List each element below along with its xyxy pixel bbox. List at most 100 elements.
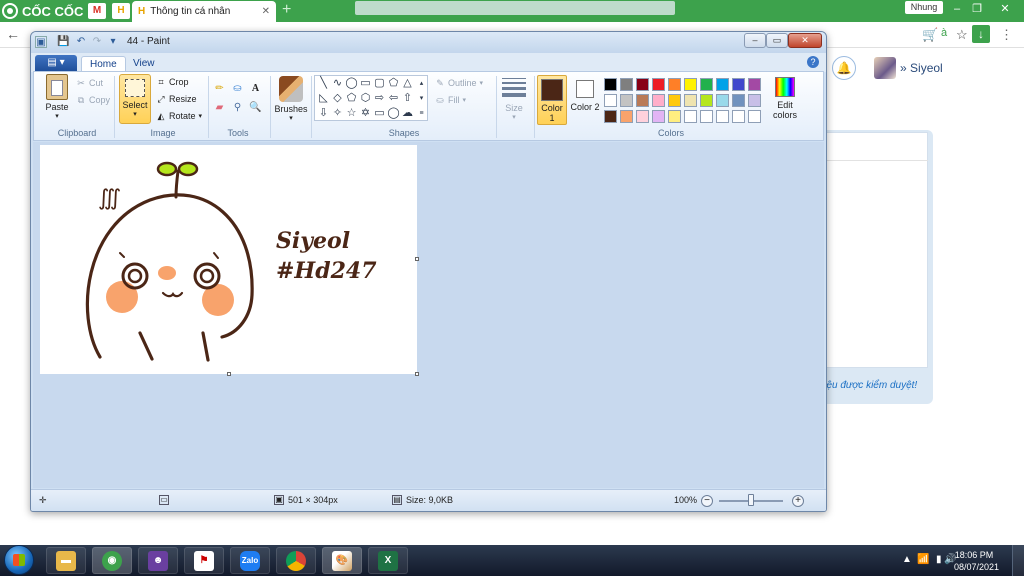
paint-maximize-icon[interactable]: ▭ — [766, 33, 788, 48]
color-swatch[interactable] — [684, 94, 697, 107]
oval-shape-icon[interactable]: ◯ — [345, 77, 358, 90]
right-triangle-shape-icon[interactable]: ◺ — [317, 92, 330, 105]
six-point-star-shape-icon[interactable]: ✡ — [359, 107, 372, 120]
color-swatch[interactable] — [732, 110, 745, 123]
fill-button[interactable]: ⛀ Fill ▾ — [435, 95, 466, 105]
color-swatch[interactable] — [732, 94, 745, 107]
paint-menu-button[interactable]: ▤ ▾ — [35, 55, 77, 71]
taskbar-coccoc[interactable]: ◉ — [92, 547, 132, 574]
taskbar-app[interactable]: ⚑ — [184, 547, 224, 574]
taskbar-chrome[interactable] — [276, 547, 316, 574]
paste-button[interactable]: Paste ▾ — [42, 74, 72, 120]
four-point-star-shape-icon[interactable]: ✧ — [331, 107, 344, 120]
taskbar-game[interactable]: ☻ — [138, 547, 178, 574]
signal-icon[interactable]: 📶 — [917, 554, 929, 565]
brushes-button[interactable]: Brushes ▾ — [274, 74, 308, 122]
undo-icon[interactable]: ↶ — [75, 36, 87, 48]
rotate-button[interactable]: ◭ Rotate ▾ — [156, 111, 203, 121]
down-arrow-shape-icon[interactable]: ⇩ — [317, 107, 330, 120]
magnifier-icon[interactable]: 🔍 — [248, 100, 263, 115]
five-point-star-shape-icon[interactable]: ☆ — [345, 107, 358, 120]
color-swatch[interactable] — [636, 110, 649, 123]
pencil-icon[interactable]: ✏ — [212, 81, 227, 96]
hexagon-shape-icon[interactable]: ⬡ — [359, 92, 372, 105]
color-swatch[interactable] — [604, 78, 617, 91]
size-button[interactable]: Size ▾ — [499, 74, 529, 121]
color-swatch[interactable] — [668, 94, 681, 107]
shapes-scroll-down-icon[interactable]: ▾ — [416, 92, 427, 105]
color-picker-icon[interactable]: ⚲ — [230, 100, 245, 115]
copy-button[interactable]: ⧉ Copy — [76, 95, 110, 105]
resize-handle-bottom[interactable] — [227, 372, 231, 376]
eraser-icon[interactable]: ▰ — [212, 100, 227, 115]
save-icon[interactable]: 💾 — [57, 36, 69, 48]
restore-icon[interactable]: ❐ — [970, 2, 984, 16]
color-swatch[interactable] — [700, 78, 713, 91]
customize-toolbar-icon[interactable]: ▾ — [107, 36, 119, 48]
color-swatch[interactable] — [716, 110, 729, 123]
resize-handle-corner[interactable] — [415, 372, 419, 376]
show-desktop-button[interactable] — [1012, 545, 1024, 576]
zoom-in-icon[interactable]: + — [792, 495, 804, 507]
browser-profile[interactable]: Nhung — [905, 1, 943, 14]
battery-icon[interactable]: ▮ — [936, 554, 942, 565]
crop-button[interactable]: ⌗ Crop — [156, 77, 188, 87]
paint-app-icon[interactable]: ▣ — [35, 36, 47, 48]
taskbar-excel[interactable]: X — [368, 547, 408, 574]
color-swatch[interactable] — [700, 94, 713, 107]
pentagon-shape-icon[interactable]: ⬠ — [345, 92, 358, 105]
tray-expand-icon[interactable]: ▲ — [902, 554, 912, 565]
up-arrow-shape-icon[interactable]: ⇧ — [401, 92, 414, 105]
shapes-scroll-up-icon[interactable]: ▴ — [416, 77, 427, 90]
color-swatch[interactable] — [716, 78, 729, 91]
translate-icon[interactable]: à — [941, 27, 947, 39]
tab-home[interactable]: Home — [81, 56, 126, 72]
line-shape-icon[interactable]: ╲ — [317, 77, 330, 90]
paint-close-icon[interactable]: ✕ — [788, 33, 822, 48]
more-menu-icon[interactable]: ⋮ — [1000, 27, 1013, 43]
taskbar-zalo[interactable]: Zalo — [230, 547, 270, 574]
color-swatch[interactable] — [636, 94, 649, 107]
color-swatch[interactable] — [716, 94, 729, 107]
resize-button[interactable]: ⤢ Resize — [156, 94, 196, 104]
avatar[interactable] — [874, 57, 896, 79]
oval-callout-shape-icon[interactable]: ◯ — [387, 107, 400, 120]
text-tool-icon[interactable]: A — [248, 81, 263, 96]
right-arrow-shape-icon[interactable]: ⇨ — [373, 92, 386, 105]
fill-bucket-icon[interactable]: ⛀ — [230, 81, 245, 96]
color1-button[interactable]: Color 1 — [537, 75, 567, 125]
color-swatch[interactable] — [652, 94, 665, 107]
color-swatch[interactable] — [748, 94, 761, 107]
color-swatch[interactable] — [668, 78, 681, 91]
color-swatch[interactable] — [604, 94, 617, 107]
download-icon[interactable]: ↓ — [972, 25, 990, 43]
rectangle-shape-icon[interactable]: ▭ — [359, 77, 372, 90]
taskbar-paint[interactable]: 🎨 — [322, 547, 362, 574]
drawing-canvas[interactable]: ∭ Siyeol #Hd247 — [40, 145, 417, 374]
color-swatch[interactable] — [668, 110, 681, 123]
rounded-rectangle-shape-icon[interactable]: ▢ — [373, 77, 386, 90]
triangle-shape-icon[interactable]: △ — [401, 77, 414, 90]
taskbar-file-explorer[interactable]: ▬ — [46, 547, 86, 574]
new-tab-button[interactable]: + — [282, 2, 298, 19]
hd-icon[interactable]: H — [112, 3, 130, 19]
notification-bell-icon[interactable]: 🔔 — [832, 56, 856, 80]
close-tab-icon[interactable]: ✕ — [262, 6, 270, 17]
minimize-icon[interactable]: – — [950, 2, 964, 16]
outline-button[interactable]: ✎ Outline ▾ — [435, 78, 483, 88]
clock[interactable]: 18:06 PM 08/07/2021 — [954, 549, 999, 573]
color-swatch[interactable] — [700, 110, 713, 123]
color-swatch[interactable] — [732, 78, 745, 91]
color-swatch[interactable] — [652, 78, 665, 91]
shapes-expand-icon[interactable]: ≡ — [416, 107, 427, 120]
tab-view[interactable]: View — [125, 56, 163, 72]
resize-handle-right[interactable] — [415, 257, 419, 261]
color2-button[interactable]: Color 2 — [570, 75, 600, 125]
help-icon[interactable]: ? — [807, 56, 819, 68]
left-arrow-shape-icon[interactable]: ⇦ — [387, 92, 400, 105]
color-swatch[interactable] — [748, 110, 761, 123]
curve-shape-icon[interactable]: ∿ — [331, 77, 344, 90]
tab-profile[interactable]: H Thông tin cá nhân ✕ — [132, 1, 276, 22]
gmail-icon[interactable]: M — [88, 3, 106, 19]
color-swatch[interactable] — [620, 78, 633, 91]
